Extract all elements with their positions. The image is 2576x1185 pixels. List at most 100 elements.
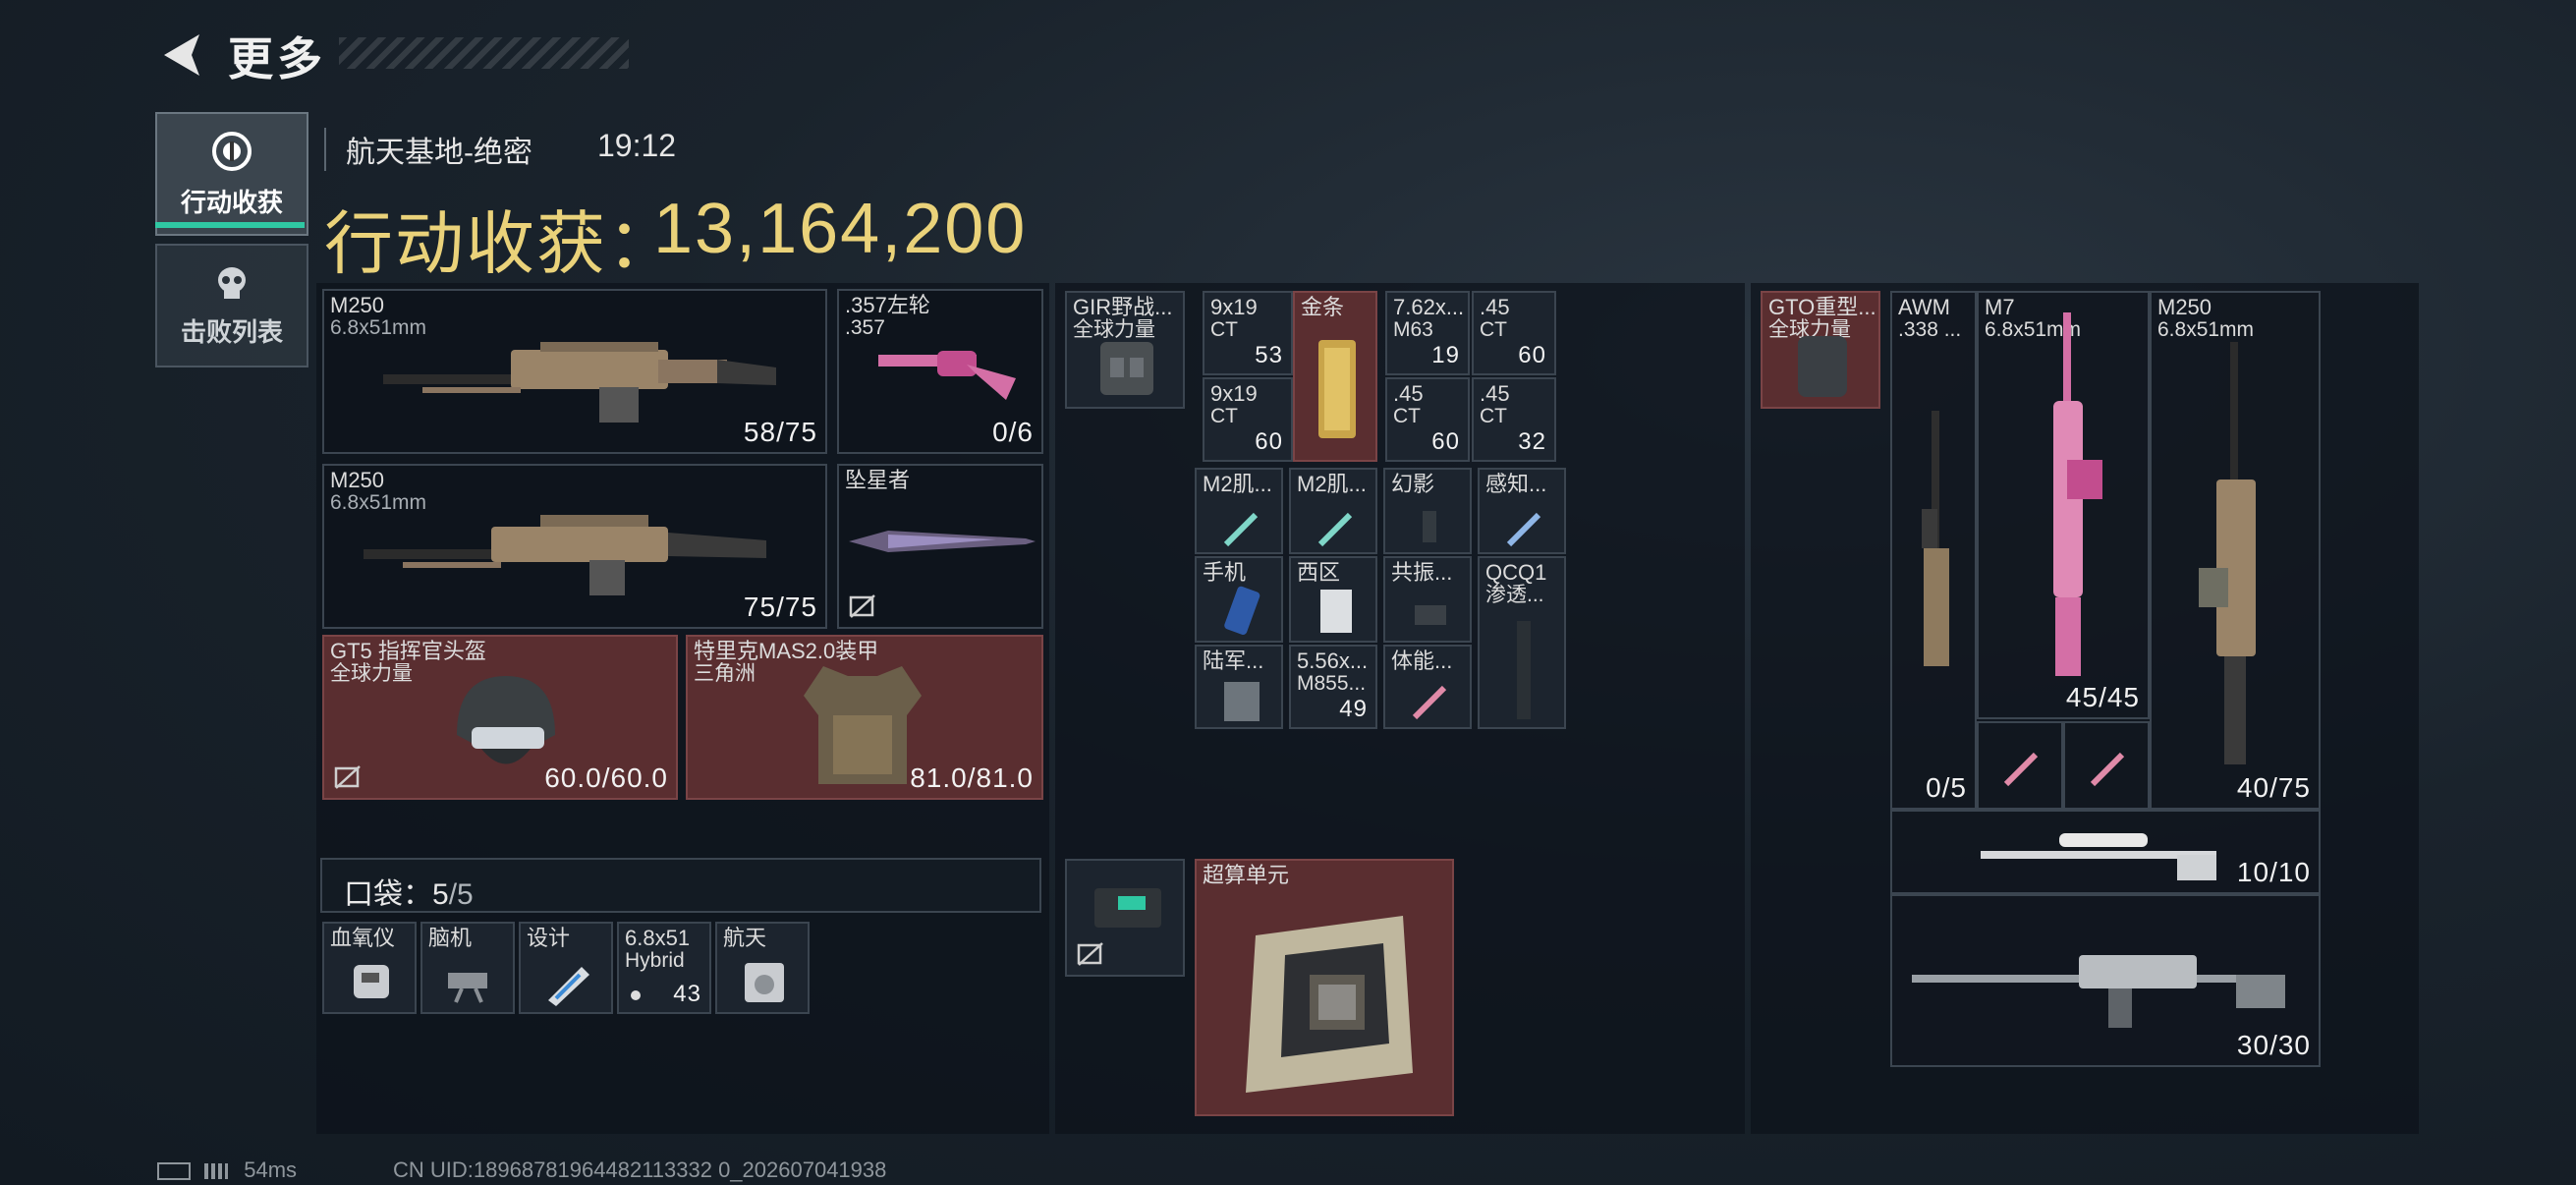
supercomputer-unit-icon bbox=[1246, 916, 1413, 1093]
chest-rig-slot[interactable]: GIR野战... 全球力量 bbox=[1065, 291, 1185, 409]
syringe-icon bbox=[1412, 685, 1447, 720]
syringe-icon bbox=[1317, 512, 1353, 547]
item-count: 53 bbox=[1255, 342, 1283, 368]
syringe-icon bbox=[1223, 512, 1259, 547]
revolver-icon bbox=[878, 351, 1016, 400]
rig-item[interactable]: .45 CT 60 bbox=[1385, 377, 1470, 462]
rig-item[interactable]: 9x19 CT 60 bbox=[1203, 377, 1293, 462]
backpack-item[interactable]: M2肌... bbox=[1195, 468, 1283, 554]
item-sub: CT bbox=[1393, 405, 1421, 427]
armor-durability: 81.0/81.0 bbox=[910, 762, 1034, 793]
item-count: 0/5 bbox=[1926, 772, 1967, 803]
backpack-item[interactable]: 手机 bbox=[1195, 556, 1283, 643]
weapon-name: M250 bbox=[330, 468, 385, 492]
weapon-name: M250 bbox=[330, 293, 385, 317]
item-sub: 渗透... bbox=[1485, 584, 1544, 606]
item-name: .45 bbox=[1480, 295, 1510, 319]
stash-item-m250[interactable]: M250 6.8x51mm 40/75 bbox=[2150, 291, 2321, 810]
backpack-item[interactable]: 陆军... bbox=[1195, 645, 1283, 729]
item-count: 45/45 bbox=[2065, 682, 2140, 712]
back-arrow-icon bbox=[164, 34, 199, 76]
pocket-header: 口袋：5/5 bbox=[320, 858, 1041, 913]
rig-item[interactable]: .45 CT 60 bbox=[1472, 291, 1556, 375]
pocket-label: 口袋： bbox=[344, 878, 432, 911]
backpack-item[interactable]: 体能... bbox=[1383, 645, 1472, 729]
item-count: 40/75 bbox=[2236, 772, 2311, 803]
melee-slot[interactable]: 坠星者 bbox=[837, 464, 1043, 629]
backpack-slot[interactable]: GTO重型... 全球力量 bbox=[1761, 291, 1880, 409]
armor-slot[interactable]: 特里克MAS2.0装甲 三角洲 81.0/81.0 bbox=[686, 635, 1043, 800]
rig-item[interactable]: .45 CT 32 bbox=[1472, 377, 1556, 462]
rig-item[interactable]: 金条 bbox=[1293, 291, 1377, 462]
ping-value: 54ms bbox=[244, 1157, 298, 1182]
backpack-item[interactable]: 感知... bbox=[1478, 468, 1566, 554]
backpack-item[interactable]: 共振... bbox=[1383, 556, 1472, 643]
syringe-icon bbox=[1506, 512, 1541, 547]
secondary-weapon-slot[interactable]: M250 6.8x51mm 75/75 bbox=[322, 464, 827, 629]
item-name: .45 bbox=[1393, 381, 1424, 406]
item-count: 32 bbox=[1518, 428, 1546, 455]
item-name: 9x19 bbox=[1210, 381, 1258, 406]
backpack-item[interactable]: 5.56x... M855... 49 bbox=[1289, 645, 1377, 729]
status-bar: 54ms bbox=[157, 1157, 297, 1183]
phone-icon bbox=[1224, 586, 1260, 635]
primary-weapon-slot[interactable]: M250 6.8x51mm 58/75 bbox=[322, 289, 827, 454]
pistol-ammo: .357 bbox=[845, 316, 885, 339]
item-name: AWM bbox=[1898, 295, 1950, 319]
rig-item[interactable]: 9x19 CT 53 bbox=[1203, 291, 1293, 375]
machine-gun-icon bbox=[364, 515, 766, 595]
backpack-item[interactable]: 幻影 bbox=[1383, 468, 1472, 554]
syringe-icon bbox=[2090, 752, 2125, 787]
stash-item-awm[interactable]: AWM .338 ... 0/5 bbox=[1890, 291, 1977, 810]
machine-gun-icon bbox=[2199, 342, 2256, 764]
pocket-item[interactable]: 设计 bbox=[519, 922, 613, 1014]
tab-loot[interactable]: 行动收获 bbox=[155, 112, 308, 236]
helmet-name: GT5 指挥官头盔 bbox=[330, 639, 486, 663]
item-count: 19 bbox=[1431, 342, 1460, 368]
ammo-dot-icon bbox=[631, 990, 641, 1000]
item-sub: .338 ... bbox=[1898, 318, 1962, 341]
pocket-item[interactable]: 6.8x51 Hybrid 43 bbox=[617, 922, 711, 1014]
special-item-slot[interactable]: 超算单元 bbox=[1195, 859, 1454, 1116]
gold-bar-icon bbox=[1318, 340, 1356, 438]
item-name: 西区 bbox=[1297, 560, 1341, 585]
back-button[interactable] bbox=[157, 28, 206, 83]
item-count: 30/30 bbox=[2236, 1030, 2311, 1060]
tab-defeated-list[interactable]: 击败列表 bbox=[155, 244, 308, 367]
pocket-item[interactable]: 血氧仪 bbox=[322, 922, 417, 1014]
weapon-ammo-count: 58/75 bbox=[743, 417, 817, 447]
loot-value: 13,164,200 bbox=[653, 190, 1028, 268]
item-name: 感知... bbox=[1485, 472, 1547, 496]
armor-faction: 三角洲 bbox=[694, 662, 756, 685]
helmet-slot[interactable]: GT5 指挥官头盔 全球力量 60.0/60.0 bbox=[322, 635, 678, 800]
backpack-item[interactable]: 西区 bbox=[1289, 556, 1377, 643]
item-name: 金条 bbox=[1301, 295, 1345, 319]
item-name: 陆军... bbox=[1203, 649, 1264, 673]
secure-case-slot[interactable] bbox=[1065, 859, 1185, 977]
pistol-ammo-count: 0/6 bbox=[992, 417, 1034, 447]
backpack-item[interactable]: M2肌... bbox=[1289, 468, 1377, 554]
header-stripe-decoration bbox=[339, 37, 629, 69]
loot-icon bbox=[212, 131, 252, 171]
stash-item-syringe[interactable] bbox=[1977, 721, 2063, 810]
item-sub: 6.8x51mm bbox=[2157, 318, 2255, 341]
pocket-item[interactable]: 航天 bbox=[715, 922, 810, 1014]
stash-item-syringe[interactable] bbox=[2063, 721, 2150, 810]
stash-item-rifle[interactable]: 30/30 bbox=[1890, 894, 2321, 1067]
chest-rig-name: GIR野战... bbox=[1073, 295, 1173, 319]
item-name: 6.8x51 bbox=[625, 926, 691, 950]
brain-chip-icon bbox=[448, 973, 487, 1003]
item-name: 共振... bbox=[1391, 560, 1453, 585]
item-sub: M855... bbox=[1297, 672, 1367, 695]
item-name: 设计 bbox=[527, 926, 571, 950]
pocket-item[interactable]: 脑机 bbox=[420, 922, 515, 1014]
backpack-item[interactable]: QCQ1 渗透... bbox=[1478, 556, 1566, 729]
rig-item[interactable]: 7.62x... M63 19 bbox=[1385, 291, 1470, 375]
pistol-name: .357左轮 bbox=[845, 293, 930, 317]
tab-loot-label: 行动收获 bbox=[180, 187, 283, 217]
stash-item-sniper[interactable]: 10/10 bbox=[1890, 810, 2321, 894]
match-time: 19:12 bbox=[597, 128, 677, 163]
pink-rifle-icon bbox=[2053, 312, 2102, 676]
stash-item-m7[interactable]: M7 6.8x51mm 45/45 bbox=[1977, 291, 2150, 719]
pistol-slot[interactable]: .357左轮 .357 0/6 bbox=[837, 289, 1043, 454]
